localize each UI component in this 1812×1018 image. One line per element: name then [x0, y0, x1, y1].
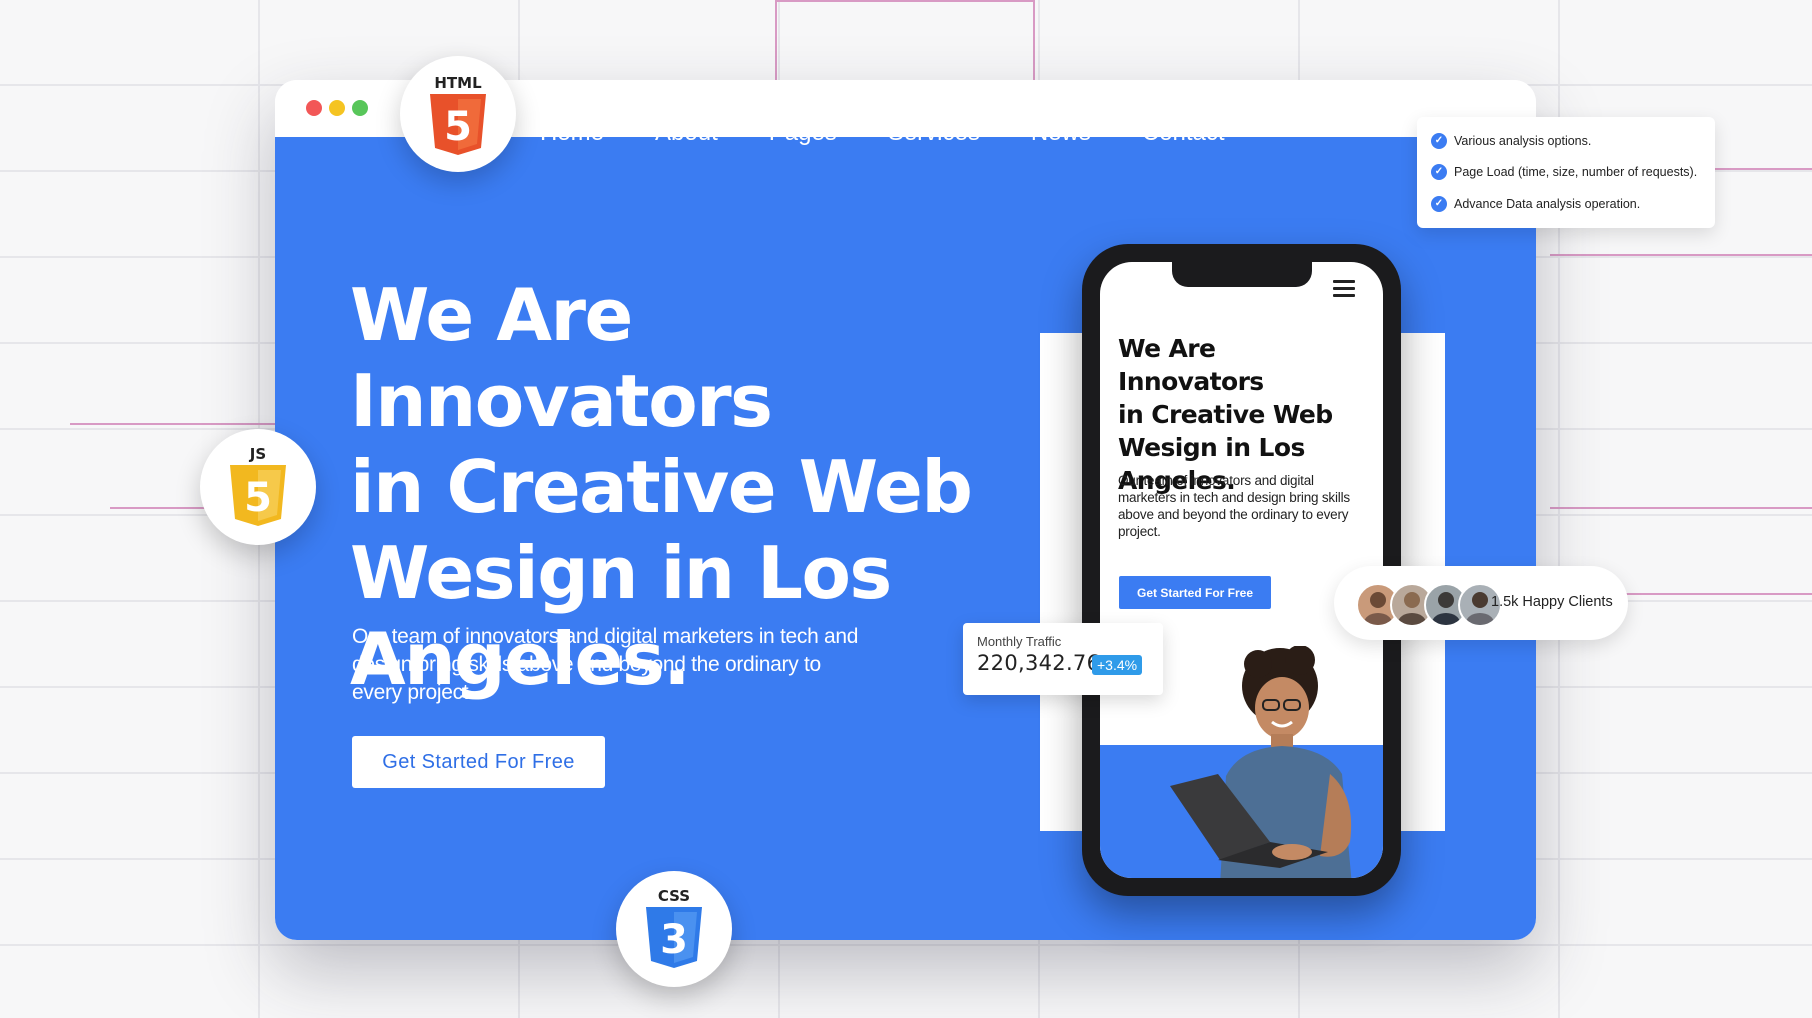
decor-line — [775, 0, 1035, 2]
badge-label: HTML — [434, 74, 482, 92]
badge-number: 5 — [244, 475, 272, 521]
maximize-window-button[interactable] — [352, 100, 368, 116]
traffic-value: 220,342.76 — [977, 651, 1101, 675]
checklist-item: ✓ Page Load (time, size, number of reque… — [1431, 164, 1697, 180]
nav-about[interactable]: About — [655, 119, 718, 147]
badge-number: 5 — [444, 104, 472, 150]
phone-screen: We Are Innovators in Creative Web Wesign… — [1100, 262, 1383, 878]
html5-logo-icon: HTML 5 — [430, 74, 486, 155]
phone-notch — [1172, 262, 1312, 287]
hero-headline-line: Wesign in Los — [350, 531, 892, 615]
monthly-traffic-card: Monthly Traffic 220,342.76 +3.4% — [963, 623, 1163, 695]
checklist-item: ✓ Advance Data analysis operation. — [1431, 196, 1640, 212]
css3-logo-icon: CSS 3 — [646, 887, 702, 968]
person-with-laptop-image — [1170, 646, 1352, 878]
nav-services[interactable]: Services — [888, 119, 980, 147]
nav-home[interactable]: Home — [540, 119, 604, 147]
check-circle-icon: ✓ — [1431, 133, 1447, 149]
js-logo-icon: JS 5 — [230, 445, 286, 526]
decor-line — [1550, 254, 1812, 256]
happy-clients-text: 1.5k Happy Clients — [1491, 594, 1613, 610]
decor-line — [775, 0, 777, 80]
analysis-checklist-card: ✓ Various analysis options. ✓ Page Load … — [1417, 117, 1715, 228]
nav-contact[interactable]: Contact — [1142, 119, 1225, 147]
nav-pages[interactable]: Pages — [769, 119, 837, 147]
checklist-item-text: Page Load (time, size, number of request… — [1454, 165, 1698, 179]
checklist-item-text: Advance Data analysis operation. — [1454, 197, 1641, 211]
minimize-window-button[interactable] — [329, 100, 345, 116]
client-avatars — [1356, 583, 1502, 627]
checklist-item-text: Various analysis options. — [1454, 134, 1592, 148]
css3-badge: CSS 3 — [616, 871, 732, 987]
get-started-button[interactable]: Get Started For Free — [352, 736, 605, 788]
phone-headline-line: Wesign in Los — [1118, 433, 1305, 462]
phone-headline-line: We Are Innovators — [1118, 334, 1264, 396]
traffic-change-badge: +3.4% — [1092, 655, 1143, 675]
badge-label: CSS — [658, 887, 690, 905]
main-nav: Home About Pages Services News Contact — [540, 119, 1276, 147]
check-circle-icon: ✓ — [1431, 196, 1447, 212]
phone-body-text: Our team of innovators and digital marke… — [1118, 473, 1350, 539]
happy-clients-card: 1.5k Happy Clients — [1334, 566, 1628, 640]
decor-line — [70, 423, 275, 425]
check-circle-icon: ✓ — [1431, 164, 1447, 180]
decor-line — [1550, 507, 1812, 509]
close-window-button[interactable] — [306, 100, 322, 116]
phone-headline-line: in Creative Web — [1118, 400, 1333, 429]
checklist-item: ✓ Various analysis options. — [1431, 133, 1591, 149]
html5-badge: HTML 5 — [400, 56, 516, 172]
phone-get-started-button[interactable]: Get Started For Free — [1119, 576, 1271, 609]
hamburger-menu-icon[interactable] — [1333, 280, 1355, 301]
traffic-label: Monthly Traffic — [977, 634, 1062, 649]
badge-label: JS — [249, 445, 266, 463]
js-badge: JS 5 — [200, 429, 316, 545]
nav-news[interactable]: News — [1031, 119, 1091, 147]
decor-line — [1033, 0, 1035, 80]
hero-headline-line: We Are Innovators — [350, 273, 773, 443]
hero-headline-line: in Creative Web — [350, 445, 973, 529]
badge-number: 3 — [660, 917, 688, 963]
hero-subtext: Our team of innovators and digital marke… — [352, 625, 859, 704]
